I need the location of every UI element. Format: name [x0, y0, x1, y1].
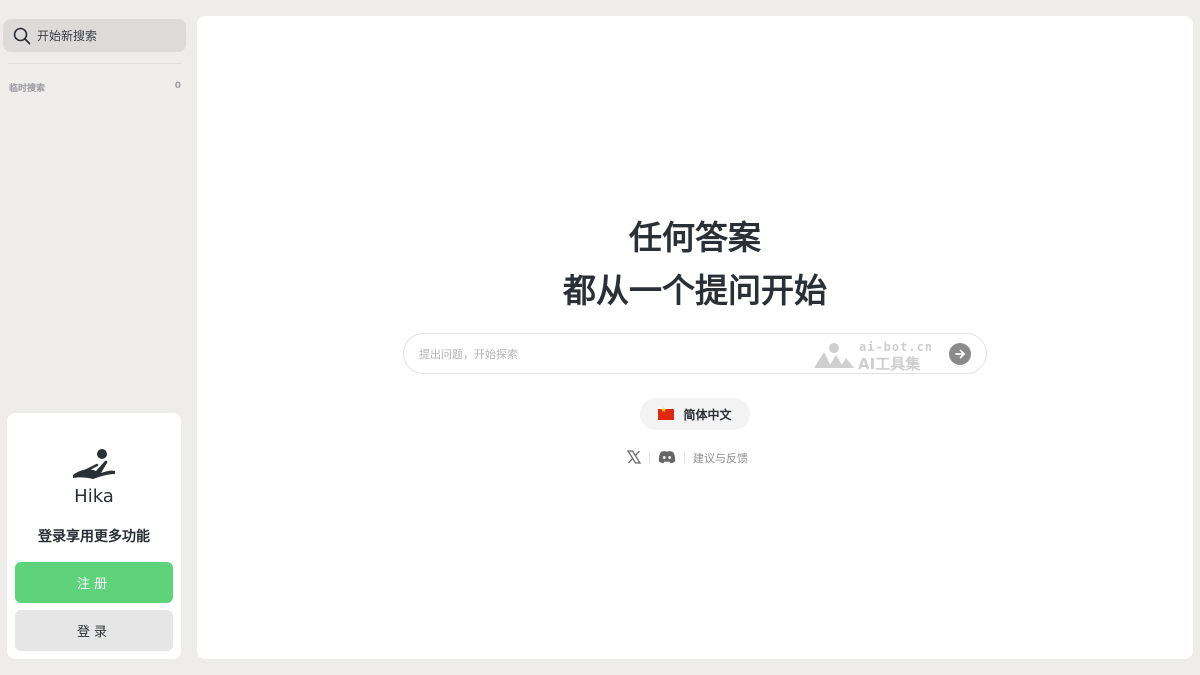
section-count: 0: [174, 81, 181, 91]
login-card: Hika 登录享用更多功能 注册 登录: [7, 413, 181, 659]
submit-button[interactable]: [949, 343, 971, 365]
x-twitter-link[interactable]: [626, 449, 642, 468]
x-twitter-icon: [626, 449, 642, 468]
new-search-button[interactable]: 开始新搜索: [3, 19, 186, 52]
register-button[interactable]: 注册: [15, 562, 173, 603]
feedback-link[interactable]: 建议与反馈: [693, 450, 748, 466]
login-promo-text: 登录享用更多功能: [38, 529, 150, 545]
china-flag-icon: [658, 406, 675, 420]
new-search-label: 开始新搜索: [37, 29, 98, 43]
query-input[interactable]: [419, 344, 809, 364]
main-panel: 任何答案 都从一个提问开始 ai-bot.cn AI工具集: [197, 16, 1193, 659]
arrow-right-icon: [954, 345, 966, 364]
query-box: ai-bot.cn AI工具集: [403, 333, 987, 374]
brand-name: Hika: [74, 486, 114, 507]
watermark-logo-icon: [814, 342, 854, 368]
temporary-search-section[interactable]: 临时搜索 0: [9, 81, 181, 94]
section-label: 临时搜索: [9, 84, 46, 94]
hika-logo-icon: [71, 447, 117, 483]
sidebar-divider: [8, 63, 181, 64]
language-selector[interactable]: 简体中文: [640, 398, 750, 430]
footer-separator: [684, 452, 685, 464]
hero-title-line1: 任何答案: [629, 218, 761, 257]
footer-separator: [649, 452, 650, 464]
watermark-name: AI工具集: [858, 355, 921, 373]
sidebar: 开始新搜索 临时搜索 0 Hika 登录享用更多功能 注册 登录: [0, 0, 190, 675]
discord-link[interactable]: [658, 449, 676, 468]
watermark-url: ai-bot.cn: [859, 340, 934, 354]
language-label: 简体中文: [683, 407, 732, 422]
login-button[interactable]: 登录: [15, 610, 173, 651]
footer-links: 建议与反馈: [626, 448, 748, 468]
search-icon: [13, 27, 31, 45]
discord-icon: [658, 449, 676, 468]
watermark: ai-bot.cn AI工具集: [814, 340, 939, 373]
hero-title-line2: 都从一个提问开始: [563, 271, 827, 310]
